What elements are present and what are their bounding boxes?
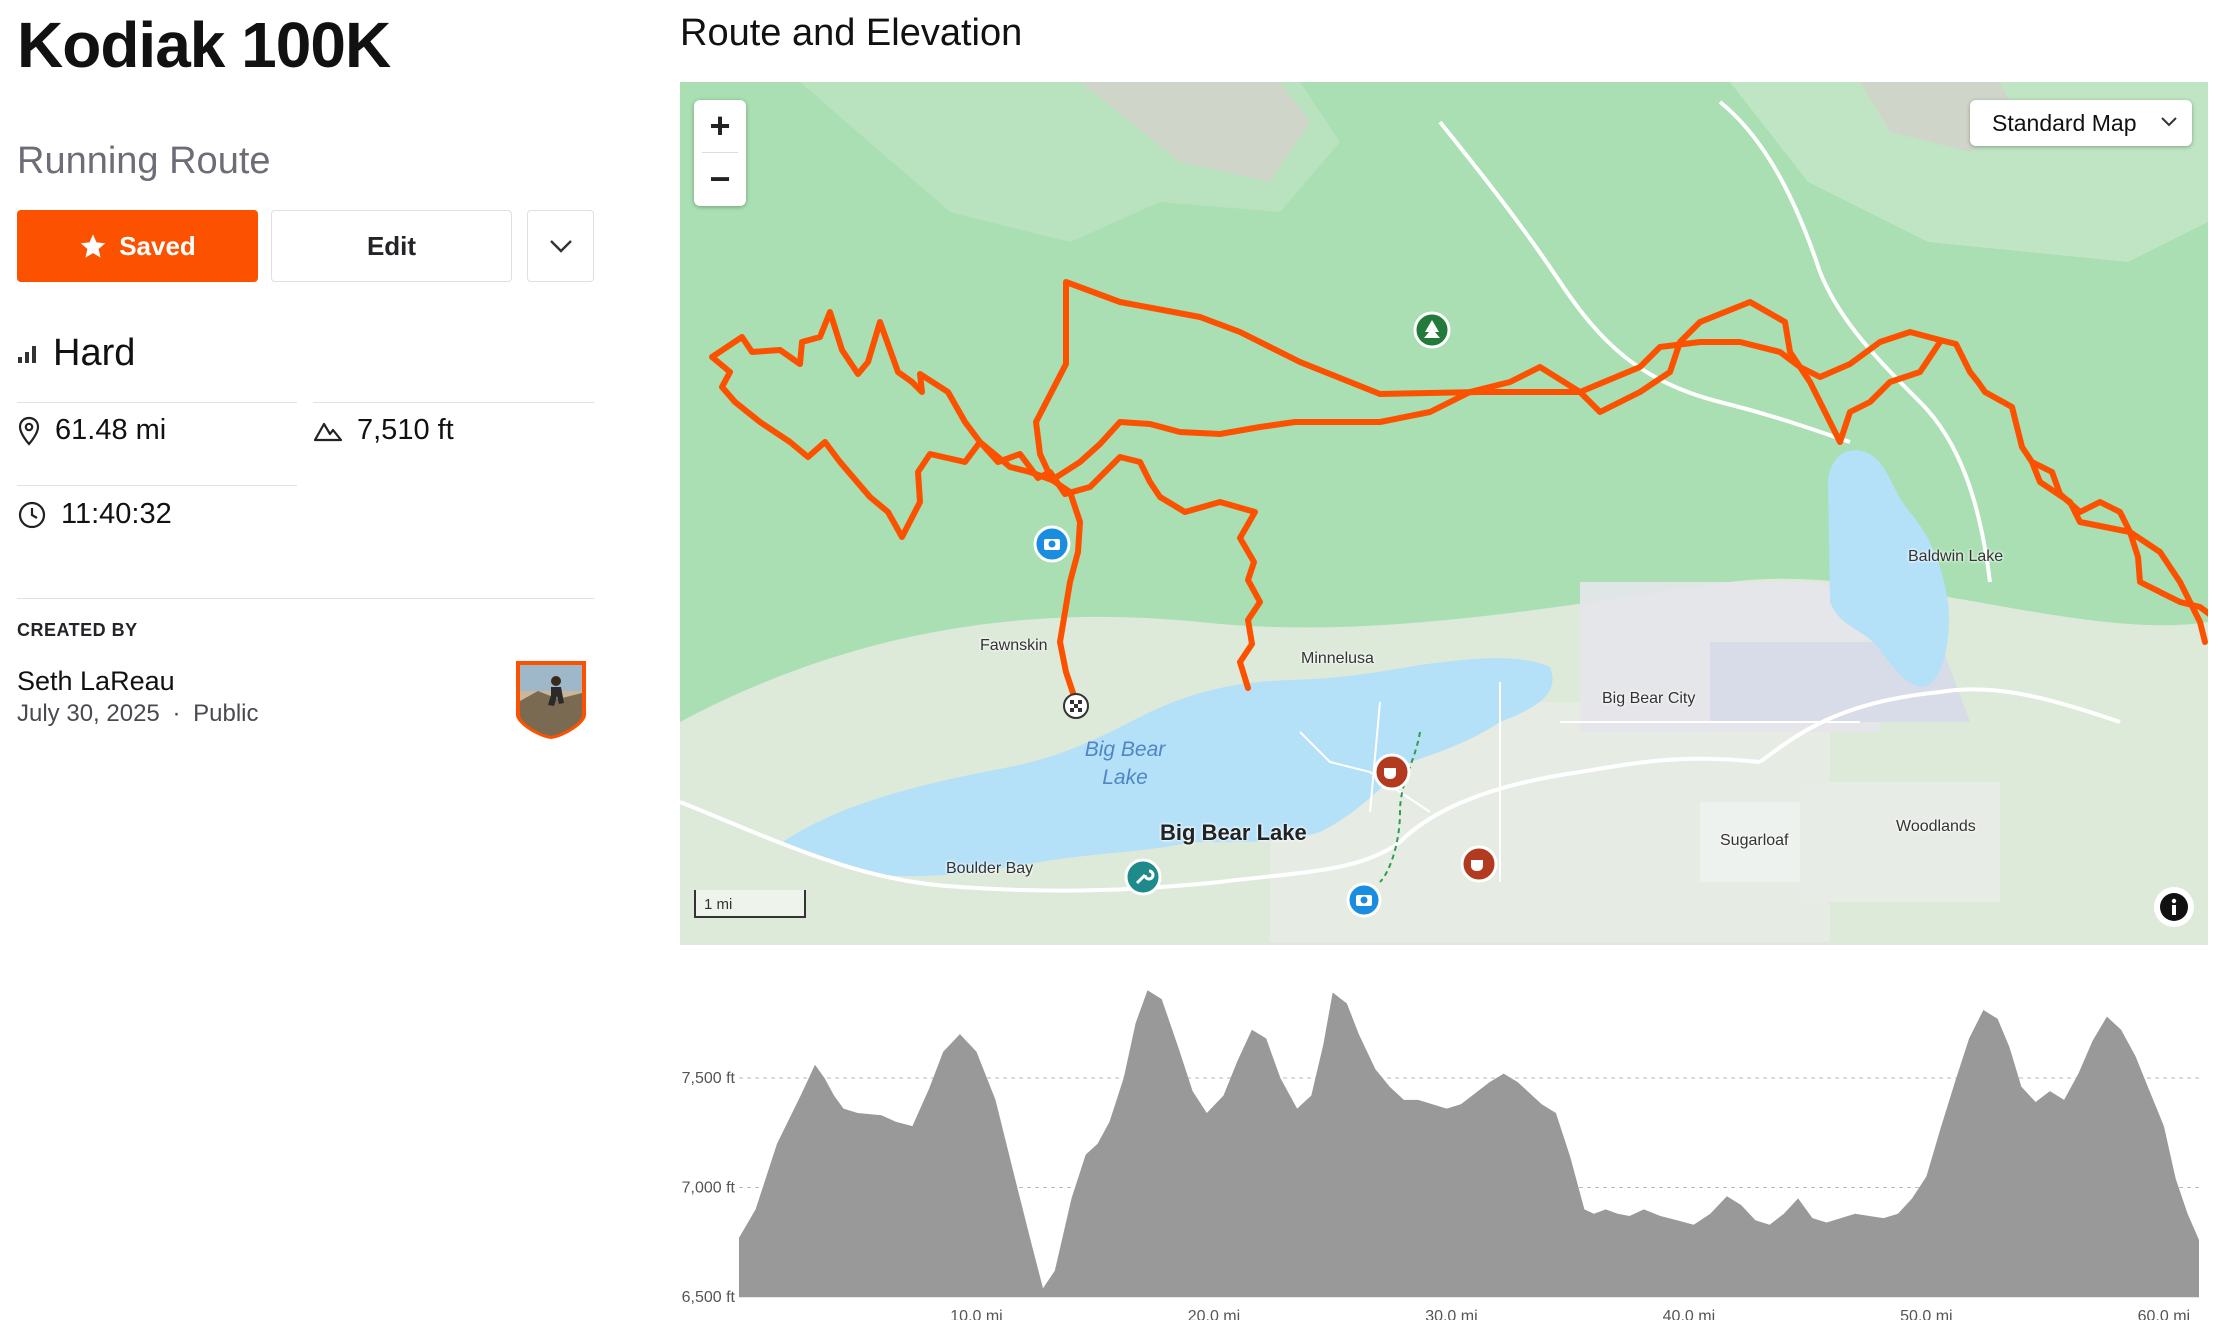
more-options-button[interactable]: [527, 210, 594, 282]
map-style-select[interactable]: Standard Map: [1970, 100, 2192, 146]
divider: [17, 402, 297, 403]
place-label-minnelusa: Minnelusa: [1301, 650, 1374, 667]
place-label-fawnskin: Fawnskin: [980, 637, 1048, 654]
cafe-poi-icon[interactable]: [1460, 845, 1498, 883]
x-tick-label: 20.0 mi: [1188, 1308, 1240, 1320]
avatar[interactable]: [512, 657, 590, 741]
page-title: Kodiak 100K: [17, 9, 391, 81]
place-label-baldwin-lake: Baldwin Lake: [1908, 548, 2004, 565]
divider: [17, 598, 594, 599]
creator-meta: July 30, 2025 · Public: [17, 700, 259, 728]
map-canvas[interactable]: [680, 82, 2208, 945]
y-tick-label: 7,500 ft: [682, 1070, 736, 1087]
mountain-icon: [313, 422, 343, 441]
x-tick-label: 10.0 mi: [950, 1308, 1002, 1320]
repair-poi-icon[interactable]: [1124, 858, 1162, 896]
place-label-sugarloaf: Sugarloaf: [1720, 832, 1789, 849]
map-scale-bar: 1 mi: [694, 890, 806, 918]
difficulty-indicator: Hard: [17, 332, 135, 375]
time-stat: 11:40:32: [17, 498, 172, 531]
finish-flag-icon: [1063, 693, 1089, 719]
star-icon: [80, 234, 106, 258]
tree-poi-icon[interactable]: [1413, 311, 1451, 349]
divider: [17, 485, 297, 486]
route-details-panel: Kodiak 100K Running Route Saved Edit Har…: [0, 0, 620, 1320]
elevation-gain-stat: 7,510 ft: [313, 414, 454, 447]
map-info-button[interactable]: [2154, 887, 2194, 927]
difficulty-bars-icon: [18, 345, 36, 363]
distance-stat: 61.48 mi: [17, 414, 166, 447]
x-tick-label: 30.0 mi: [1425, 1308, 1477, 1320]
chevron-down-icon: [2161, 117, 2177, 127]
created-by-heading: CREATED BY: [17, 620, 138, 640]
x-tick-label: 60.0 mi: [2138, 1308, 2190, 1320]
lake-label-line1: Big Bear: [1084, 738, 1166, 761]
y-axis: 7,500 ft 7,000 ft 6,500 ft: [682, 1070, 736, 1306]
place-label-boulder-bay: Boulder Bay: [946, 860, 1034, 877]
camera-poi-icon[interactable]: [1033, 525, 1071, 563]
camera-poi-icon[interactable]: [1346, 882, 1382, 918]
visibility-label: Public: [193, 700, 259, 727]
y-tick-label: 6,500 ft: [682, 1289, 736, 1306]
x-tick-label: 50.0 mi: [1900, 1308, 1952, 1320]
x-axis: 10.0 mi 20.0 mi 30.0 mi 40.0 mi 50.0 mi 60.0 …: [950, 1308, 2190, 1320]
clock-icon: [18, 501, 46, 528]
place-label-big-bear-lake: Big Bear Lake: [1160, 820, 1307, 845]
location-pin-icon: [18, 416, 40, 446]
zoom-in-button[interactable]: +: [694, 100, 746, 152]
difficulty-label: Hard: [53, 332, 136, 374]
saved-button-label: Saved: [119, 230, 196, 261]
cafe-poi-icon[interactable]: [1373, 753, 1411, 791]
x-tick-label: 40.0 mi: [1663, 1308, 1715, 1320]
elevation-area: [739, 990, 2199, 1297]
created-date: July 30, 2025: [17, 700, 160, 727]
edit-button[interactable]: Edit: [271, 210, 512, 282]
chevron-down-icon: [549, 240, 572, 253]
saved-button[interactable]: Saved: [17, 210, 258, 282]
time-value: 11:40:32: [61, 498, 172, 530]
elevation-gain-value: 7,510 ft: [357, 414, 454, 446]
zoom-controls: + −: [694, 100, 746, 206]
meta-separator: ·: [172, 700, 181, 727]
urban-area: [1800, 782, 2000, 902]
info-icon: [2160, 893, 2188, 921]
y-tick-label: 7,000 ft: [682, 1179, 736, 1196]
route-map[interactable]: Fawnskin Minnelusa Big Bear City Baldwin…: [680, 82, 2208, 945]
place-label-big-bear-city: Big Bear City: [1602, 690, 1696, 707]
zoom-out-button[interactable]: −: [694, 153, 746, 205]
map-style-label: Standard Map: [1992, 109, 2137, 136]
lake-label-line2: Lake: [1102, 766, 1148, 789]
section-title: Route and Elevation: [680, 12, 1023, 54]
place-label-woodlands: Woodlands: [1896, 818, 1976, 835]
divider: [313, 402, 594, 403]
lake-label: Big Bear Lake: [1065, 736, 1185, 792]
elevation-profile-chart[interactable]: 7,500 ft 7,000 ft 6,500 ft 10.0 mi 20.0 mi 3…: [680, 955, 2208, 1320]
distance-value: 61.48 mi: [55, 414, 167, 446]
creator-name[interactable]: Seth LaReau: [17, 666, 175, 697]
route-type-label: Running Route: [17, 140, 271, 182]
